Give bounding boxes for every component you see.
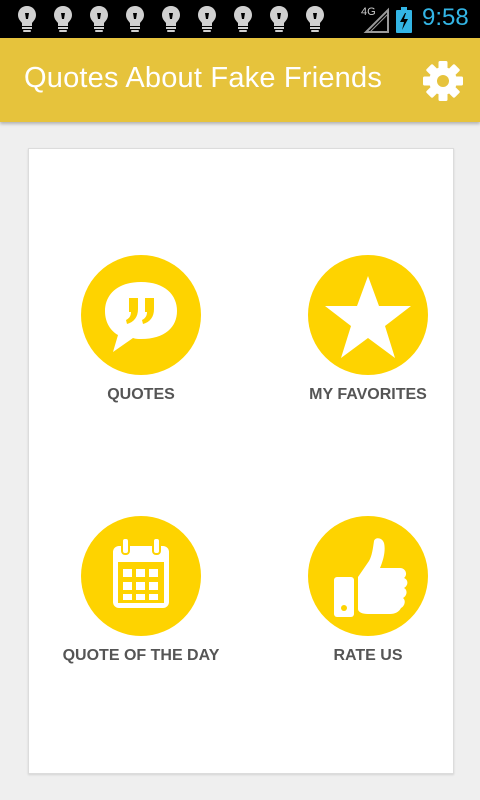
my-favorites-label: MY FAVORITES — [309, 386, 427, 403]
quote-of-the-day-circle — [81, 516, 201, 636]
quotes-button[interactable]: QUOTES — [41, 255, 241, 425]
lightbulb-icon — [161, 5, 181, 33]
lightbulb-icon — [233, 5, 253, 33]
clock: 9:58 — [422, 4, 469, 31]
gear-icon — [423, 61, 463, 101]
lightbulb-icon — [17, 5, 37, 33]
lightbulb-icon — [305, 5, 325, 33]
lightbulb-icon — [53, 5, 73, 33]
menu-card: QUOTES MY FAVORITES QUOTE OF THE DAY RAT… — [28, 148, 454, 774]
lightbulb-icon — [269, 5, 289, 33]
quotes-label: QUOTES — [107, 386, 175, 403]
battery-icon — [396, 7, 412, 33]
quote-of-the-day-label: QUOTE OF THE DAY — [62, 647, 220, 664]
lightbulb-icon — [197, 5, 217, 33]
quotes-circle — [81, 255, 201, 375]
lightbulb-icon — [89, 5, 109, 33]
star-icon — [325, 276, 411, 358]
settings-button[interactable] — [420, 58, 466, 104]
quote-of-the-day-button[interactable]: QUOTE OF THE DAY — [41, 516, 241, 686]
rate-us-button[interactable]: RATE US — [268, 516, 468, 686]
app-bar: Quotes About Fake Friends — [0, 38, 480, 122]
my-favorites-button[interactable]: MY FAVORITES — [268, 255, 468, 425]
speech-bubble-quote-icon — [105, 282, 177, 352]
signal-icon: 4G — [360, 6, 390, 34]
app-title: Quotes About Fake Friends — [24, 62, 383, 94]
calendar-icon — [113, 537, 169, 608]
thumbs-up-icon — [334, 538, 408, 617]
rate-us-label: RATE US — [333, 647, 403, 664]
lightbulb-icon — [125, 5, 145, 33]
rate-us-circle — [308, 516, 428, 636]
status-bar: 4G 9:58 — [0, 0, 480, 38]
my-favorites-circle — [308, 255, 428, 375]
